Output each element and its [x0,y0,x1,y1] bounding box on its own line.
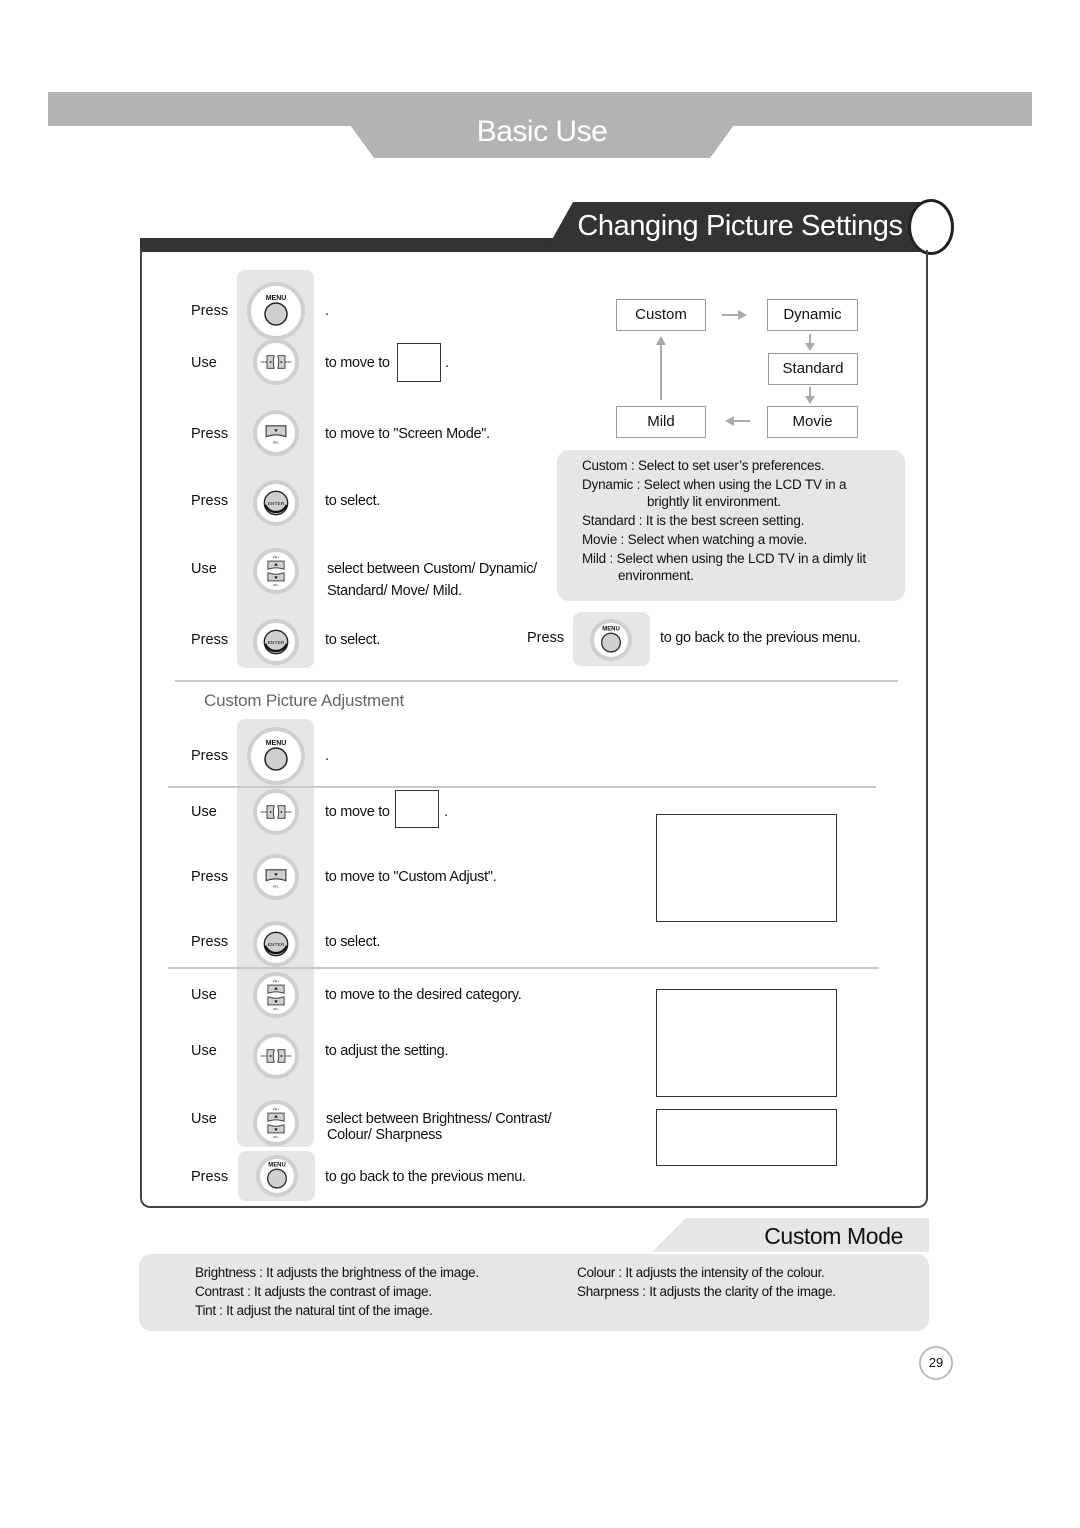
step-text-end: . [444,804,448,820]
custom-mode-contrast: Contrast : It adjusts the contrast of im… [195,1284,432,1299]
enter-button-icon [253,619,299,665]
step-divider [168,786,876,788]
mode-desc-standard: Standard : It is the best screen setting… [582,513,805,528]
chapter-title: Basic Use [476,115,608,148]
enter-button-icon [253,921,299,967]
step-text: to move to [325,804,390,820]
down-button-icon [253,854,299,900]
screen-placeholder [656,989,837,1097]
step-text: to move to "Screen Mode". [325,426,490,442]
section-divider [175,680,898,682]
step-action: Press [191,426,229,442]
custom-mode-title: Custom Mode [764,1223,903,1249]
step-action: Press [191,493,229,509]
step-text: to move to "Custom Adjust". [325,869,497,885]
step-text: select between Brightness/ Contrast/ [326,1111,552,1127]
custom-mode-sharpness: Sharpness : It adjusts the clarity of th… [577,1284,836,1299]
step-action: Press [191,869,229,885]
subsection-title: Custom Picture Adjustment [204,691,405,710]
arrow-down-icon [805,387,815,404]
mode-desc-movie: Movie : Select when watching a movie. [582,532,808,547]
step-action: Use [191,561,217,577]
left-right-button-icon [253,789,299,835]
step-action: Use [191,355,217,371]
menu-button-icon [247,727,305,785]
menu-button-icon [247,282,305,340]
step-action: Use [191,1043,217,1059]
step-action: Press [191,1169,229,1185]
menu-screenshot-placeholder [395,790,439,828]
step-text: to move to [325,355,390,371]
step-text: to select. [325,493,381,509]
menu-button-icon [590,619,632,661]
mode-desc-mild: Mild : Select when using the LCD TV in a… [582,551,866,566]
step-action: Press [191,303,229,319]
mode-cycle-arrows [656,310,815,426]
mode-desc-mild-cont: environment. [618,568,694,583]
step-text: to go back to the previous menu. [660,630,861,646]
custom-mode-colour: Colour : It adjusts the intensity of the… [577,1265,825,1280]
arrow-left-icon [725,416,750,426]
arrow-down-icon [805,334,815,351]
step-action: Use [191,1111,217,1127]
step-text-end: . [445,355,449,371]
step-text-line2: Colour/ Sharpness [327,1127,442,1143]
step-text: . [325,303,329,319]
step-action: Use [191,987,217,1003]
up-down-button-icon [253,548,299,594]
step-text: to select. [325,934,381,950]
mode-desc-dynamic-cont: brightly lit environment. [647,494,781,509]
step-action: Press [191,632,229,648]
step-action: Press [191,934,229,950]
down-button-icon [253,410,299,456]
step-text: select between Custom/ Dynamic/ [327,561,537,577]
menu-screenshot-placeholder [397,343,441,382]
step-divider [168,967,879,969]
menu-button-icon [256,1155,298,1197]
step-text-line2: Standard/ Move/ Mild. [327,583,462,599]
step-text: to select. [325,632,381,648]
section-circle-icon [908,199,954,255]
enter-button-icon [253,480,299,526]
step-action: Press [191,748,229,764]
page-number: 29 [919,1346,953,1380]
section-title: Changing Picture Settings [577,210,903,242]
step-action: Use [191,804,217,820]
mode-desc-custom: Custom : Select to set user’s preference… [582,458,825,473]
arrow-up-icon [656,336,666,400]
up-down-button-icon [253,972,299,1018]
step-text: . [325,748,329,764]
up-down-button-icon [253,1100,299,1146]
left-right-button-icon [253,339,299,385]
screen-placeholder [656,1109,837,1166]
custom-mode-brightness: Brightness : It adjusts the brightness o… [195,1265,479,1280]
left-right-button-icon [253,1033,299,1079]
step-text: to adjust the setting. [325,1043,449,1059]
step-text: to move to the desired category. [325,987,522,1003]
arrow-right-icon [722,310,747,320]
step-text: to go back to the previous menu. [325,1169,526,1185]
custom-mode-tint: Tint : It adjust the natural tint of the… [195,1303,433,1318]
step-action: Press [527,630,565,646]
mode-desc-dynamic: Dynamic : Select when using the LCD TV i… [582,477,847,492]
screen-placeholder [656,814,837,922]
